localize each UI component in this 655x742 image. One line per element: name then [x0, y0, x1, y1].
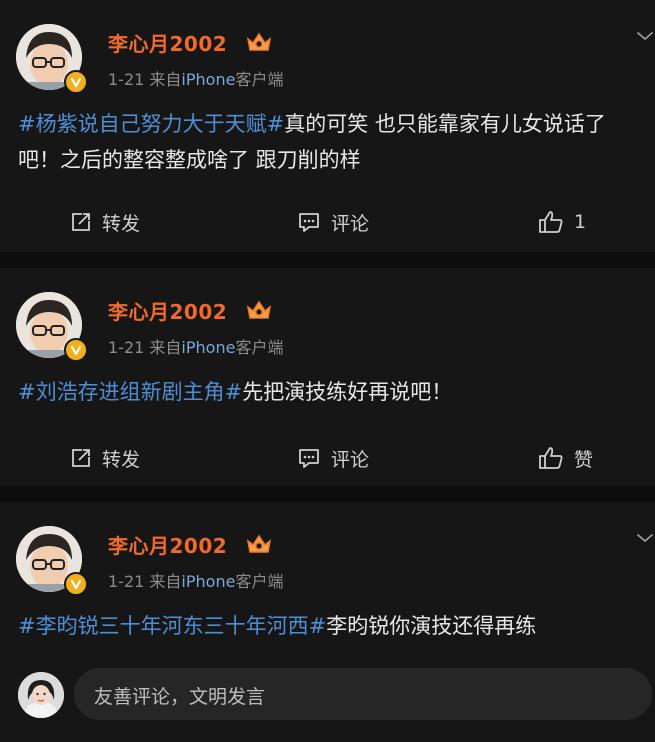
comment-button[interactable]: 评论 — [297, 202, 369, 242]
hashtag-link[interactable]: #李昀锐三十年河东三十年河西# — [18, 614, 326, 638]
username[interactable]: 李心月2002 — [108, 530, 227, 559]
chevron-down-icon[interactable] — [636, 532, 654, 544]
comment-input[interactable]: 友善评论，文明发言 — [74, 668, 652, 720]
weibo-post: 李心月2002 1-21 来自iPhone客户端 #刘浩存进组新剧主角#先把演技… — [0, 268, 655, 486]
crown-vip-icon[interactable] — [245, 532, 273, 556]
comment-label: 评论 — [331, 212, 370, 235]
hashtag-link[interactable]: #刘浩存进组新剧主角# — [18, 380, 242, 404]
thumbs-up-icon — [539, 211, 563, 233]
source-device[interactable]: iPhone — [181, 70, 235, 89]
avatar[interactable] — [16, 526, 88, 596]
share-out-icon — [72, 213, 90, 231]
weibo-post: 李心月2002 1-21 来自iPhone客户端 #李昀锐三十年河东三十年河西#… — [0, 502, 655, 742]
verified-badge-icon — [64, 70, 88, 94]
share-out-icon — [72, 449, 90, 467]
post-meta: 1-21 来自iPhone客户端 — [108, 66, 283, 90]
source-device[interactable]: iPhone — [181, 572, 235, 591]
comment-button[interactable]: 评论 — [297, 438, 369, 478]
comment-label: 评论 — [331, 448, 370, 471]
source-device[interactable]: iPhone — [181, 338, 235, 357]
username[interactable]: 李心月2002 — [108, 296, 227, 325]
post-date: 1-21 — [108, 572, 145, 591]
like-count: 1 — [574, 211, 587, 233]
post-actions: 转发 评论 赞 — [0, 438, 655, 478]
comment-bubble-icon — [299, 213, 319, 232]
comment-avatar[interactable] — [18, 672, 64, 718]
post-actions: 转发 评论 1 — [0, 202, 655, 242]
username[interactable]: 李心月2002 — [108, 28, 227, 57]
post-date: 1-21 — [108, 70, 145, 89]
post-text: #杨紫说自己努力大于天赋#真的可笑 也只能靠家有儿女说话了吧！之后的整容整成啥了… — [18, 106, 643, 178]
user-avatar-image — [18, 672, 64, 718]
thumbs-up-icon — [539, 447, 563, 469]
chevron-down-icon[interactable] — [636, 30, 654, 42]
post-content: 先把演技练好再说吧！ — [242, 380, 453, 404]
post-meta: 1-21 来自iPhone客户端 — [108, 568, 283, 592]
crown-vip-icon[interactable] — [245, 298, 273, 322]
like-button[interactable]: 1 — [538, 202, 586, 242]
post-text: #李昀锐三十年河东三十年河西#李昀锐你演技还得再练 — [18, 608, 643, 644]
like-label: 赞 — [574, 448, 594, 471]
post-text: #刘浩存进组新剧主角#先把演技练好再说吧！ — [18, 374, 643, 410]
repost-button[interactable]: 转发 — [70, 438, 140, 478]
post-content: 李昀锐你演技还得再练 — [326, 614, 537, 638]
comment-bubble-icon — [299, 449, 319, 468]
like-button[interactable]: 赞 — [538, 438, 593, 478]
source-prefix: 来自 — [149, 70, 182, 89]
comment-placeholder: 友善评论，文明发言 — [94, 686, 266, 708]
post-date: 1-21 — [108, 338, 145, 357]
crown-vip-icon[interactable] — [245, 30, 273, 54]
verified-badge-icon — [64, 338, 88, 362]
avatar[interactable] — [16, 292, 88, 362]
avatar[interactable] — [16, 24, 88, 94]
source-suffix: 客户端 — [235, 338, 284, 357]
verified-badge-icon — [64, 572, 88, 596]
post-meta: 1-21 来自iPhone客户端 — [108, 334, 283, 358]
hashtag-link[interactable]: #杨紫说自己努力大于天赋# — [18, 112, 284, 136]
source-prefix: 来自 — [149, 338, 182, 357]
repost-label: 转发 — [102, 212, 141, 235]
weibo-post: 李心月2002 1-21 来自iPhone客户端 #杨紫说自己努力大于天赋#真的… — [0, 0, 655, 252]
repost-button[interactable]: 转发 — [70, 202, 140, 242]
source-prefix: 来自 — [149, 572, 182, 591]
source-suffix: 客户端 — [235, 70, 284, 89]
repost-label: 转发 — [102, 448, 141, 471]
source-suffix: 客户端 — [235, 572, 284, 591]
